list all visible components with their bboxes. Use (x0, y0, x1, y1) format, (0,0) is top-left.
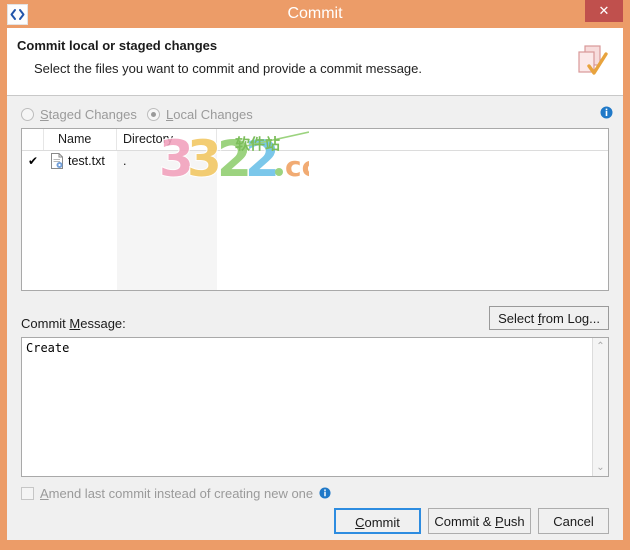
info-icon-glyph (319, 487, 331, 499)
scroll-down-icon[interactable]: ⌄ (593, 460, 608, 475)
table-header-row: Name Directory (22, 129, 608, 151)
commit-message-textarea[interactable]: Create ⌃ ⌄ (21, 337, 609, 477)
column-header-checkbox[interactable] (22, 129, 44, 150)
amend-label: Amend last commit instead of creating ne… (40, 485, 314, 501)
window-title: Commit (287, 5, 343, 22)
info-icon[interactable] (600, 106, 613, 119)
directory-column-shading (117, 151, 217, 290)
amend-checkbox[interactable] (21, 486, 34, 500)
info-icon-glyph (600, 106, 613, 119)
row-checkbox[interactable]: ✔ (26, 154, 40, 168)
commit-document-check-icon (575, 44, 609, 80)
info-icon[interactable] (319, 487, 331, 499)
title-bar: Commit ✕ (0, 0, 630, 28)
column-header-spacer (217, 129, 608, 150)
header-panel: Commit local or staged changes Select th… (7, 28, 623, 96)
commit-button[interactable]: Commit (334, 508, 421, 534)
dialog-footer: Commit Commit & Push Cancel (7, 508, 623, 540)
commit-and-push-button[interactable]: Commit & Push (428, 508, 531, 534)
radio-staged-label: Staged Changes (40, 106, 137, 122)
page-subtitle: Select the files you want to commit and … (34, 61, 423, 76)
code-brackets-glyph (10, 9, 25, 20)
dialog-body: Commit local or staged changes Select th… (7, 28, 623, 540)
commit-message-label: Commit Message: (21, 316, 126, 331)
radio-local-changes[interactable]: Local Changes (147, 104, 253, 124)
commit-dialog-window: Commit ✕ Commit local or staged changes … (0, 0, 630, 550)
commit-document-check-glyph (578, 45, 608, 75)
cancel-button[interactable]: Cancel (538, 508, 609, 534)
radio-staged-changes[interactable]: Staged Changes (21, 104, 137, 124)
amend-last-commit-checkbox-row[interactable]: Amend last commit instead of creating ne… (21, 484, 331, 502)
radio-local-label: Local Changes (166, 106, 253, 122)
code-brackets-icon (7, 4, 28, 25)
radio-local-dot (147, 107, 160, 121)
row-directory: . (123, 154, 127, 168)
commit-message-value: Create (26, 341, 70, 355)
file-list-table[interactable]: Name Directory ✔ test.txt . (21, 128, 609, 291)
row-file-name: test.txt (68, 154, 105, 168)
scroll-up-icon[interactable]: ⌃ (593, 339, 608, 354)
text-file-icon (50, 153, 64, 169)
table-row[interactable]: ✔ test.txt . (22, 151, 608, 171)
changes-source-selector: Staged Changes Local Changes (7, 104, 623, 128)
radio-staged-dot (21, 107, 34, 121)
page-title: Commit local or staged changes (17, 38, 218, 53)
column-header-name[interactable]: Name (44, 129, 117, 150)
select-from-log-button[interactable]: Select from Log... (489, 306, 609, 330)
column-header-directory[interactable]: Directory (117, 129, 217, 150)
text-file-icon-glyph (51, 153, 63, 169)
close-button[interactable]: ✕ (585, 0, 623, 22)
commit-message-scrollbar[interactable]: ⌃ ⌄ (592, 338, 608, 476)
